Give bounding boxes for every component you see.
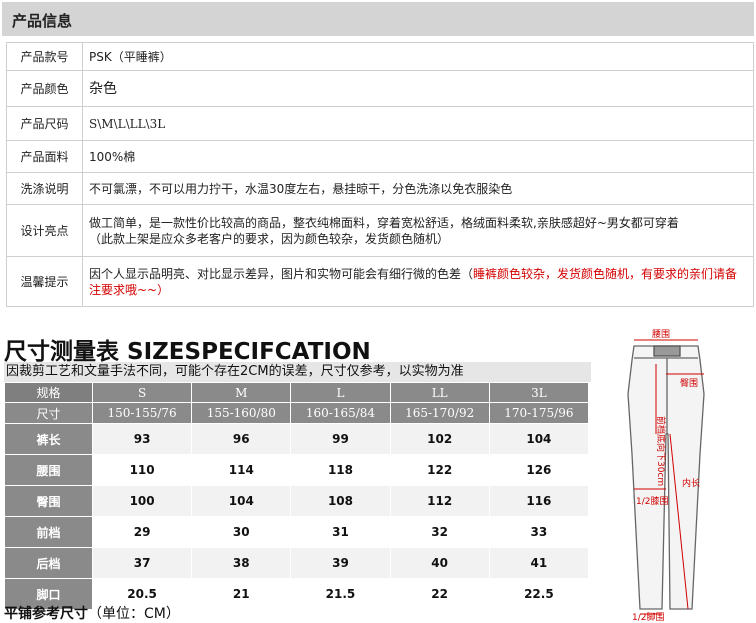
measure-value: 93 — [91, 423, 193, 455]
measure-value: 38 — [191, 547, 292, 579]
measure-value: 37 — [91, 547, 193, 579]
size-height: 165-170/92 — [389, 402, 490, 424]
info-row: 产品尺码 S\M\L\LL\3L — [6, 106, 754, 141]
info-row: 产品面料 100%棉 — [6, 140, 754, 173]
measure-value: 100 — [91, 485, 193, 517]
measure-value: 22.5 — [488, 578, 590, 610]
notice-text: 因个人显示品明亮、对比显示差异，图片和实物可能会有细行微的色差（ — [89, 266, 474, 281]
diagram-waist-label: 腰围 — [652, 329, 670, 340]
info-value: 做工简单，是一款性价比较高的商品，整衣纯棉面料，穿着宽松舒适，格绒面料柔软,亲肤… — [82, 204, 754, 257]
info-value: 杂色 — [82, 70, 754, 107]
size-chart-subtitle: 因裁剪工艺和文量手法不同，可能个存在2CM的误差，尺寸仅参考，以实物为准 — [4, 362, 591, 382]
info-label: 产品尺码 — [6, 106, 83, 141]
measure-value: 39 — [290, 547, 391, 579]
measure-value: 116 — [488, 485, 590, 517]
info-row: 洗涤说明 不可氯漂，不可以用力拧干，水温30度左右，悬挂晾干，分色洗涤以免衣服染… — [6, 172, 754, 205]
info-label: 温馨提示 — [6, 256, 83, 307]
diagram-bottom-label: 1/2脚围 — [632, 612, 665, 622]
measure-value: 122 — [389, 454, 490, 486]
table-row: 腰围 110 114 118 122 126 — [4, 454, 590, 486]
measure-label: 腰围 — [4, 454, 93, 486]
measure-value: 114 — [191, 454, 292, 486]
measure-label: 后档 — [4, 547, 93, 579]
info-value: 因个人显示品明亮、对比显示差异，图片和实物可能会有细行微的色差（睡裤颜色较杂，发… — [82, 256, 754, 307]
diagram-front-rise-label: 前档底向下30cm — [655, 416, 667, 486]
info-label: 洗涤说明 — [6, 172, 83, 205]
table-row: 臀围 100 104 108 112 116 — [4, 485, 590, 517]
info-value-line: 做工简单，是一款性价比较高的商品，整衣纯棉面料，穿着宽松舒适，格绒面料柔软,亲肤… — [89, 215, 679, 230]
info-label: 产品款号 — [6, 42, 83, 71]
size-name: LL — [389, 382, 490, 403]
info-row: 产品款号 PSK（平睡裤） — [6, 42, 754, 71]
info-value: PSK（平睡裤） — [82, 42, 754, 71]
info-header: 产品信息 — [2, 2, 754, 36]
measure-value: 118 — [290, 454, 391, 486]
size-header-label: 规格 — [4, 382, 93, 403]
table-row: 后档 37 38 39 40 41 — [4, 547, 590, 579]
pants-diagram: 腰围 臀围 前档底向下30cm 1/2膝围 内长 1/2脚围 — [627, 329, 705, 622]
measure-value: 30 — [191, 516, 292, 548]
measure-value: 108 — [290, 485, 391, 517]
size-name: S — [91, 382, 193, 403]
size-height-label: 尺寸 — [4, 402, 93, 424]
size-name: L — [290, 382, 391, 403]
measure-value: 21 — [191, 578, 292, 610]
info-label: 产品颜色 — [6, 70, 83, 107]
size-height-row: 尺寸 150-155/76 155-160/80 160-165/84 165-… — [4, 402, 590, 424]
table-row: 裤长 93 96 99 102 104 — [4, 423, 590, 455]
info-label: 设计亮点 — [6, 204, 83, 257]
info-row: 设计亮点 做工简单，是一款性价比较高的商品，整衣纯棉面料，穿着宽松舒适，格绒面料… — [6, 204, 754, 257]
info-value: 100%棉 — [82, 140, 754, 173]
info-row: 温馨提示 因个人显示品明亮、对比显示差异，图片和实物可能会有细行微的色差（睡裤颜… — [6, 256, 754, 307]
footer-bold: 平铺参考尺寸 — [4, 606, 88, 622]
measure-value: 102 — [389, 423, 490, 455]
info-row: 产品颜色 杂色 — [6, 70, 754, 107]
measure-label: 裤长 — [4, 423, 93, 455]
measure-label: 前档 — [4, 516, 93, 548]
size-name: M — [191, 382, 292, 403]
size-table: 规格 S M L LL 3L 尺寸 150-155/76 155-160/80 … — [4, 382, 590, 610]
info-value: 不可氯漂，不可以用力拧干，水温30度左右，悬挂晾干，分色洗涤以免衣服染色 — [82, 172, 754, 205]
measure-value: 29 — [91, 516, 193, 548]
info-value-line: （此款上架是应众多老客户的要求，因为颜色较杂，发货颜色随机） — [89, 231, 450, 246]
measure-value: 22 — [389, 578, 490, 610]
size-height: 155-160/80 — [191, 402, 292, 424]
measure-value: 32 — [389, 516, 490, 548]
measure-value: 41 — [488, 547, 590, 579]
measure-label: 臀围 — [4, 485, 93, 517]
info-header-title: 产品信息 — [12, 12, 73, 30]
diagram-inseam-label: 内长 — [682, 477, 700, 489]
measure-value: 33 — [488, 516, 590, 548]
measure-value: 40 — [389, 547, 490, 579]
size-height: 160-165/84 — [290, 402, 391, 424]
measure-value: 110 — [91, 454, 193, 486]
size-header-row: 规格 S M L LL 3L — [4, 382, 590, 403]
footer-note: 平铺参考尺寸（单位：CM） — [4, 603, 180, 623]
diagram-half-hem-label: 1/2膝围 — [636, 495, 669, 507]
product-info-table: 产品款号 PSK（平睡裤） 产品颜色 杂色 产品尺码 S\M\L\LL\3L 产… — [6, 42, 754, 307]
measure-value: 104 — [488, 423, 590, 455]
measure-value: 126 — [488, 454, 590, 486]
size-height: 150-155/76 — [91, 402, 193, 424]
measure-value: 112 — [389, 485, 490, 517]
diagram-hip-label: 臀围 — [680, 378, 698, 389]
size-chart-title: 尺寸测量表 SIZESPECIFCATION — [4, 339, 371, 365]
footer-unit: （单位：CM） — [88, 606, 180, 622]
measure-value: 96 — [191, 423, 292, 455]
info-value: S\M\L\LL\3L — [82, 106, 754, 141]
table-row: 前档 29 30 31 32 33 — [4, 516, 590, 548]
size-name: 3L — [488, 382, 590, 403]
size-height: 170-175/96 — [488, 402, 590, 424]
measure-value: 21.5 — [290, 578, 391, 610]
measure-value: 104 — [191, 485, 292, 517]
info-label: 产品面料 — [6, 140, 83, 173]
measure-value: 31 — [290, 516, 391, 548]
measure-value: 99 — [290, 423, 391, 455]
